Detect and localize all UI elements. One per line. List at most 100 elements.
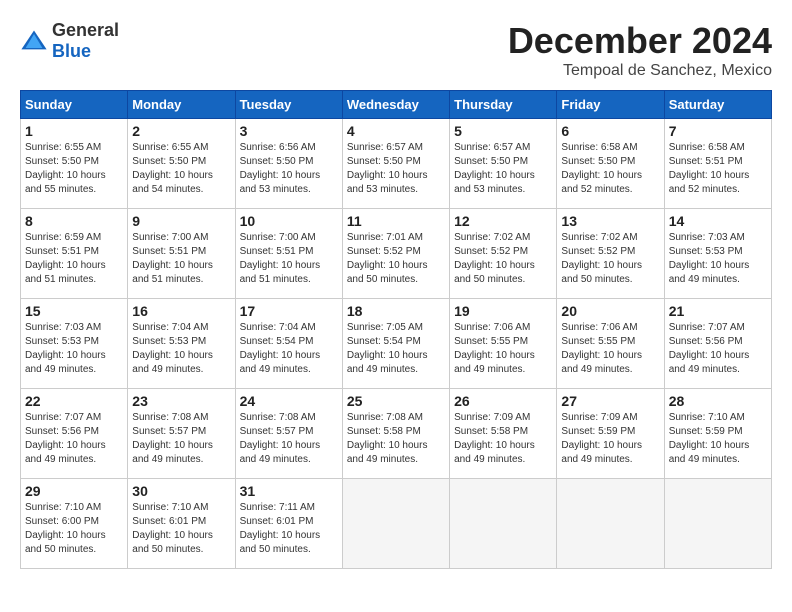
calendar-day: 22 Sunrise: 7:07 AM Sunset: 5:56 PM Dayl…	[21, 389, 128, 479]
header-monday: Monday	[128, 91, 235, 119]
day-number: 21	[669, 303, 767, 319]
calendar-day: 3 Sunrise: 6:56 AM Sunset: 5:50 PM Dayli…	[235, 119, 342, 209]
day-info: Sunrise: 6:56 AM Sunset: 5:50 PM Dayligh…	[240, 141, 338, 197]
calendar-day: 17 Sunrise: 7:04 AM Sunset: 5:54 PM Dayl…	[235, 299, 342, 389]
week-row-2: 8 Sunrise: 6:59 AM Sunset: 5:51 PM Dayli…	[21, 209, 772, 299]
calendar-day	[664, 479, 771, 569]
calendar-day: 24 Sunrise: 7:08 AM Sunset: 5:57 PM Dayl…	[235, 389, 342, 479]
day-info: Sunrise: 6:58 AM Sunset: 5:51 PM Dayligh…	[669, 141, 767, 197]
day-number: 9	[132, 213, 230, 229]
day-info: Sunrise: 7:09 AM Sunset: 5:59 PM Dayligh…	[561, 411, 659, 467]
calendar-day: 15 Sunrise: 7:03 AM Sunset: 5:53 PM Dayl…	[21, 299, 128, 389]
day-number: 14	[669, 213, 767, 229]
day-info: Sunrise: 7:07 AM Sunset: 5:56 PM Dayligh…	[25, 411, 123, 467]
day-info: Sunrise: 6:57 AM Sunset: 5:50 PM Dayligh…	[347, 141, 445, 197]
logo-text: General Blue	[52, 20, 119, 62]
week-row-3: 15 Sunrise: 7:03 AM Sunset: 5:53 PM Dayl…	[21, 299, 772, 389]
calendar-day	[450, 479, 557, 569]
calendar-day: 25 Sunrise: 7:08 AM Sunset: 5:58 PM Dayl…	[342, 389, 449, 479]
header-wednesday: Wednesday	[342, 91, 449, 119]
day-number: 20	[561, 303, 659, 319]
day-info: Sunrise: 6:57 AM Sunset: 5:50 PM Dayligh…	[454, 141, 552, 197]
day-info: Sunrise: 6:55 AM Sunset: 5:50 PM Dayligh…	[132, 141, 230, 197]
day-number: 13	[561, 213, 659, 229]
header-thursday: Thursday	[450, 91, 557, 119]
calendar-day: 9 Sunrise: 7:00 AM Sunset: 5:51 PM Dayli…	[128, 209, 235, 299]
calendar-day: 7 Sunrise: 6:58 AM Sunset: 5:51 PM Dayli…	[664, 119, 771, 209]
day-info: Sunrise: 6:55 AM Sunset: 5:50 PM Dayligh…	[25, 141, 123, 197]
calendar-day	[557, 479, 664, 569]
day-info: Sunrise: 7:10 AM Sunset: 6:01 PM Dayligh…	[132, 501, 230, 557]
calendar-header-row: Sunday Monday Tuesday Wednesday Thursday…	[21, 91, 772, 119]
day-number: 1	[25, 123, 123, 139]
day-number: 24	[240, 393, 338, 409]
day-number: 30	[132, 483, 230, 499]
calendar-day: 23 Sunrise: 7:08 AM Sunset: 5:57 PM Dayl…	[128, 389, 235, 479]
calendar-day: 26 Sunrise: 7:09 AM Sunset: 5:58 PM Dayl…	[450, 389, 557, 479]
day-number: 15	[25, 303, 123, 319]
day-info: Sunrise: 7:07 AM Sunset: 5:56 PM Dayligh…	[669, 321, 767, 377]
day-number: 7	[669, 123, 767, 139]
day-number: 16	[132, 303, 230, 319]
day-info: Sunrise: 6:59 AM Sunset: 5:51 PM Dayligh…	[25, 231, 123, 287]
day-info: Sunrise: 7:03 AM Sunset: 5:53 PM Dayligh…	[25, 321, 123, 377]
day-info: Sunrise: 7:10 AM Sunset: 5:59 PM Dayligh…	[669, 411, 767, 467]
day-number: 18	[347, 303, 445, 319]
logo: General Blue	[20, 20, 119, 62]
calendar-body: 1 Sunrise: 6:55 AM Sunset: 5:50 PM Dayli…	[21, 119, 772, 569]
day-info: Sunrise: 7:00 AM Sunset: 5:51 PM Dayligh…	[132, 231, 230, 287]
calendar-day: 30 Sunrise: 7:10 AM Sunset: 6:01 PM Dayl…	[128, 479, 235, 569]
logo-blue: Blue	[52, 41, 91, 61]
day-info: Sunrise: 7:04 AM Sunset: 5:54 PM Dayligh…	[240, 321, 338, 377]
week-row-1: 1 Sunrise: 6:55 AM Sunset: 5:50 PM Dayli…	[21, 119, 772, 209]
calendar-day: 8 Sunrise: 6:59 AM Sunset: 5:51 PM Dayli…	[21, 209, 128, 299]
day-number: 3	[240, 123, 338, 139]
day-info: Sunrise: 7:09 AM Sunset: 5:58 PM Dayligh…	[454, 411, 552, 467]
header-friday: Friday	[557, 91, 664, 119]
day-info: Sunrise: 7:05 AM Sunset: 5:54 PM Dayligh…	[347, 321, 445, 377]
day-info: Sunrise: 7:00 AM Sunset: 5:51 PM Dayligh…	[240, 231, 338, 287]
day-number: 8	[25, 213, 123, 229]
day-number: 28	[669, 393, 767, 409]
calendar-day: 20 Sunrise: 7:06 AM Sunset: 5:55 PM Dayl…	[557, 299, 664, 389]
day-info: Sunrise: 6:58 AM Sunset: 5:50 PM Dayligh…	[561, 141, 659, 197]
day-info: Sunrise: 7:02 AM Sunset: 5:52 PM Dayligh…	[454, 231, 552, 287]
day-number: 6	[561, 123, 659, 139]
day-info: Sunrise: 7:08 AM Sunset: 5:57 PM Dayligh…	[132, 411, 230, 467]
day-number: 25	[347, 393, 445, 409]
day-number: 19	[454, 303, 552, 319]
calendar-day: 5 Sunrise: 6:57 AM Sunset: 5:50 PM Dayli…	[450, 119, 557, 209]
day-info: Sunrise: 7:06 AM Sunset: 5:55 PM Dayligh…	[561, 321, 659, 377]
title-area: December 2024 Tempoal de Sanchez, Mexico	[508, 20, 772, 80]
calendar-day: 4 Sunrise: 6:57 AM Sunset: 5:50 PM Dayli…	[342, 119, 449, 209]
day-number: 4	[347, 123, 445, 139]
calendar-day: 21 Sunrise: 7:07 AM Sunset: 5:56 PM Dayl…	[664, 299, 771, 389]
calendar-day: 31 Sunrise: 7:11 AM Sunset: 6:01 PM Dayl…	[235, 479, 342, 569]
calendar-day: 10 Sunrise: 7:00 AM Sunset: 5:51 PM Dayl…	[235, 209, 342, 299]
day-number: 29	[25, 483, 123, 499]
logo-general: General	[52, 20, 119, 40]
day-number: 17	[240, 303, 338, 319]
calendar-day: 28 Sunrise: 7:10 AM Sunset: 5:59 PM Dayl…	[664, 389, 771, 479]
calendar-day: 1 Sunrise: 6:55 AM Sunset: 5:50 PM Dayli…	[21, 119, 128, 209]
calendar-day: 29 Sunrise: 7:10 AM Sunset: 6:00 PM Dayl…	[21, 479, 128, 569]
day-number: 11	[347, 213, 445, 229]
week-row-4: 22 Sunrise: 7:07 AM Sunset: 5:56 PM Dayl…	[21, 389, 772, 479]
header-tuesday: Tuesday	[235, 91, 342, 119]
day-number: 5	[454, 123, 552, 139]
header-saturday: Saturday	[664, 91, 771, 119]
day-info: Sunrise: 7:01 AM Sunset: 5:52 PM Dayligh…	[347, 231, 445, 287]
calendar-day: 12 Sunrise: 7:02 AM Sunset: 5:52 PM Dayl…	[450, 209, 557, 299]
day-info: Sunrise: 7:11 AM Sunset: 6:01 PM Dayligh…	[240, 501, 338, 557]
day-info: Sunrise: 7:04 AM Sunset: 5:53 PM Dayligh…	[132, 321, 230, 377]
day-info: Sunrise: 7:10 AM Sunset: 6:00 PM Dayligh…	[25, 501, 123, 557]
header-sunday: Sunday	[21, 91, 128, 119]
calendar-day: 19 Sunrise: 7:06 AM Sunset: 5:55 PM Dayl…	[450, 299, 557, 389]
calendar: Sunday Monday Tuesday Wednesday Thursday…	[20, 90, 772, 569]
calendar-day: 13 Sunrise: 7:02 AM Sunset: 5:52 PM Dayl…	[557, 209, 664, 299]
month-title: December 2024	[508, 20, 772, 62]
calendar-day: 2 Sunrise: 6:55 AM Sunset: 5:50 PM Dayli…	[128, 119, 235, 209]
calendar-day	[342, 479, 449, 569]
day-number: 2	[132, 123, 230, 139]
day-info: Sunrise: 7:08 AM Sunset: 5:57 PM Dayligh…	[240, 411, 338, 467]
